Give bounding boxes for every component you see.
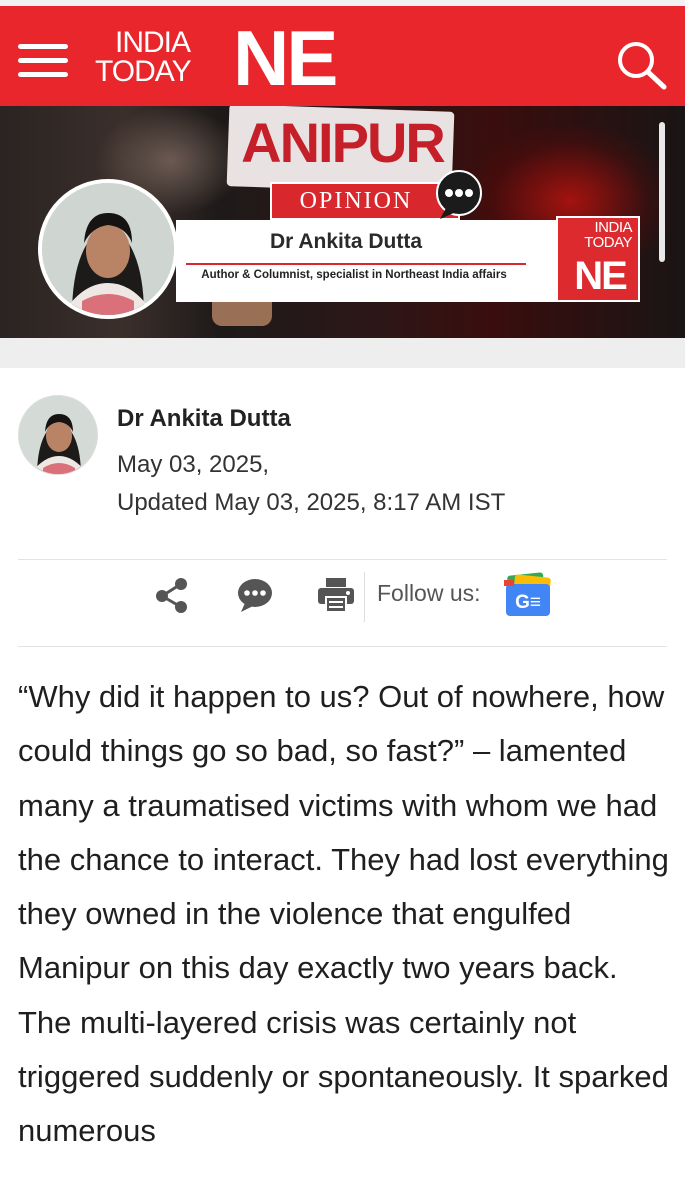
logo-india-today: INDIA TODAY — [95, 26, 192, 88]
divider — [18, 559, 667, 560]
author-portrait-image — [42, 183, 174, 315]
menu-icon-bar — [18, 72, 68, 77]
share-button[interactable] — [152, 575, 192, 615]
logo-india-text: INDIA — [115, 26, 191, 59]
comment-icon — [238, 579, 272, 612]
menu-icon-bar — [18, 58, 68, 63]
print-icon — [318, 578, 354, 613]
mini-logo-ne: NE — [574, 254, 628, 298]
logo-today-text: TODAY — [95, 55, 192, 88]
banner-bottom-band — [0, 338, 685, 368]
google-news-follow-button[interactable]: G≡ — [500, 572, 556, 620]
print-button[interactable] — [316, 575, 356, 615]
banner-name-card: Dr Ankita Dutta Author & Columnist, spec… — [176, 220, 556, 302]
google-news-glyph: G≡ — [515, 592, 541, 613]
banner-author-name: Dr Ankita Dutta — [269, 230, 423, 253]
author-name-link[interactable]: Dr Ankita Dutta — [117, 405, 291, 433]
placard-text: ANIPUR — [241, 111, 446, 174]
logo-ne-text: NE — [233, 14, 338, 102]
menu-button[interactable] — [18, 44, 68, 78]
menu-icon-bar — [18, 44, 68, 49]
site-logo[interactable]: INDIA TODAY NE — [95, 18, 365, 98]
updated-date: Updated May 03, 2025, 8:17 AM IST — [117, 489, 506, 516]
site-header: INDIA TODAY NE — [0, 6, 685, 106]
avatar[interactable] — [18, 395, 98, 475]
mini-logo-today: TODAY — [584, 234, 632, 251]
share-icon — [156, 578, 187, 613]
google-news-icon: G≡ — [504, 572, 551, 616]
divider — [18, 646, 667, 647]
publish-date: May 03, 2025, — [117, 451, 270, 478]
comment-bubble-icon — [432, 170, 486, 220]
banner-divider — [186, 263, 526, 265]
follow-us-label: Follow us: — [377, 580, 481, 606]
mini-logo-india-today: INDIA TODAY — [558, 220, 638, 250]
share-bar-separator — [364, 572, 365, 622]
comment-button[interactable] — [235, 575, 275, 615]
article-paragraph: “Why did it happen to us? Out of nowhere… — [18, 679, 669, 1149]
avatar-image — [19, 396, 97, 474]
opinion-label: OPINION — [299, 188, 413, 214]
banner-author-description: Author & Columnist, specialist in Northe… — [201, 269, 507, 281]
search-button[interactable] — [612, 36, 672, 92]
banner-scrollbar[interactable] — [659, 122, 665, 262]
author-portrait — [38, 179, 178, 319]
search-icon — [618, 42, 667, 90]
banner-mini-logo: INDIA TODAY NE — [556, 216, 640, 302]
